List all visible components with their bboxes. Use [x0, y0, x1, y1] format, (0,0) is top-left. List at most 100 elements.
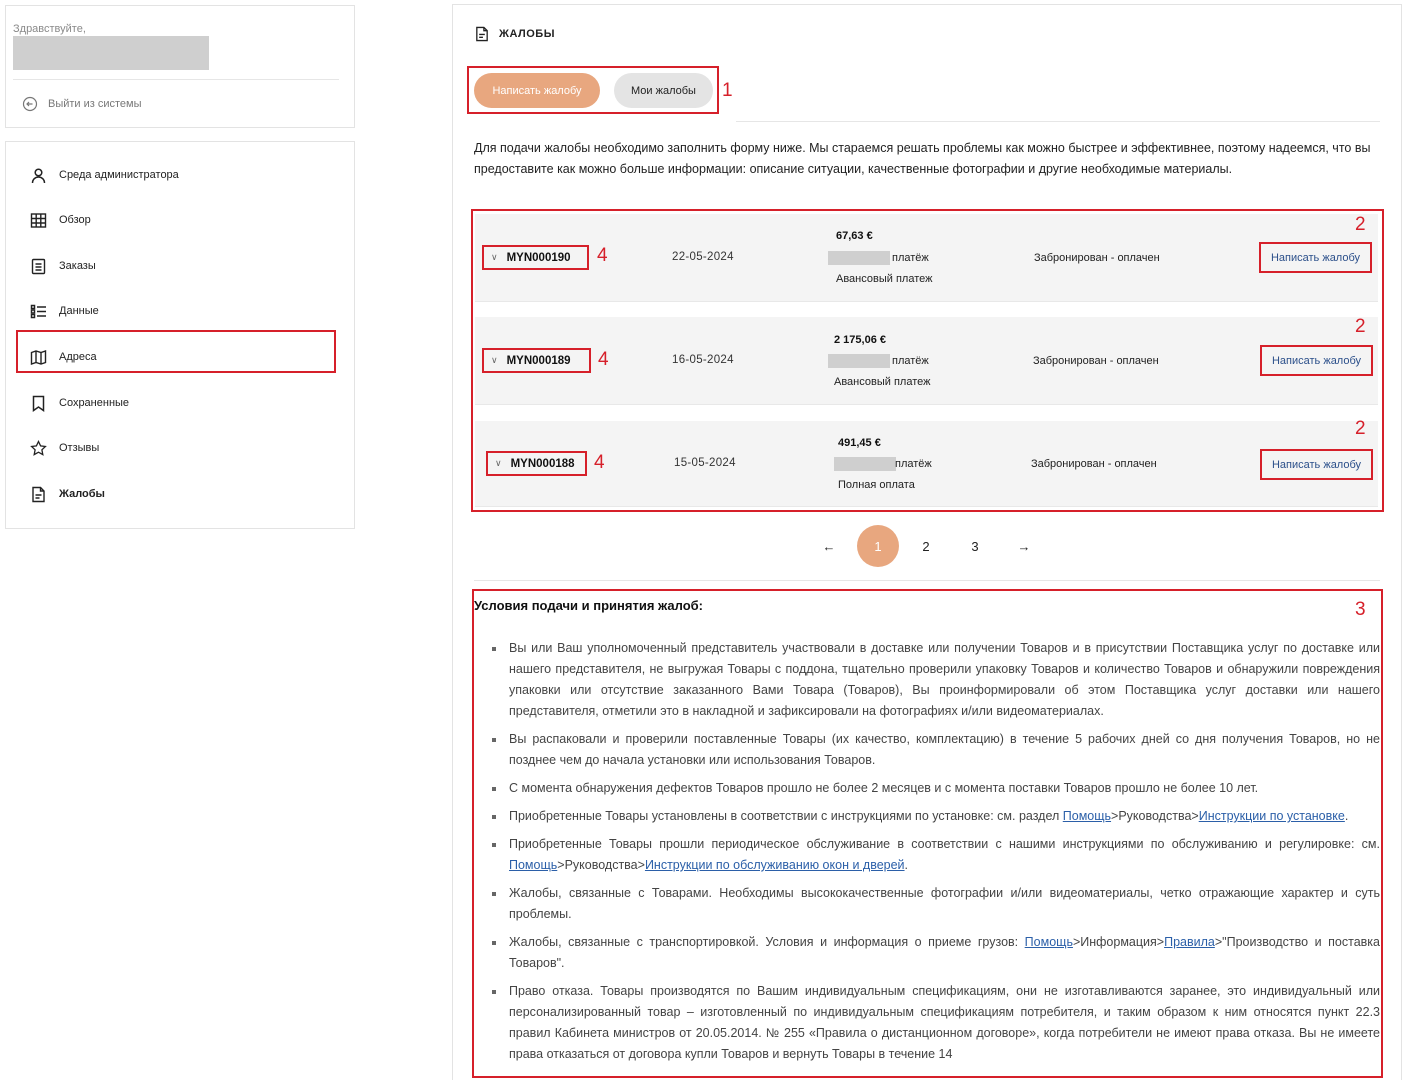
conditions-title: Условия подачи и принятия жалоб:: [474, 598, 704, 613]
order-status: Забронирован - оплачен: [1031, 458, 1157, 470]
order-amount: 2 175,06 €: [834, 334, 886, 346]
condition-item: Вы распаковали и проверили поставленные …: [490, 729, 1380, 771]
page-number[interactable]: 3: [966, 525, 984, 567]
condition-text: >Руководства>: [1111, 809, 1199, 823]
rules-link[interactable]: Правила: [1164, 935, 1215, 949]
maintenance-instructions-link[interactable]: Инструкции по обслуживанию окон и дверей: [645, 858, 905, 872]
user-name-redacted: [13, 36, 209, 70]
chevron-down-icon: ∨: [495, 458, 502, 468]
payment-type: Авансовый платеж: [836, 273, 933, 285]
chevron-down-icon: ∨: [491, 252, 498, 262]
bookmark-icon: [32, 395, 45, 412]
page-title: ЖАЛОБЫ: [474, 26, 555, 42]
order-id: MYN000190: [506, 251, 571, 264]
help-link[interactable]: Помощь: [1025, 935, 1073, 949]
order-amount: 67,63 €: [836, 230, 873, 242]
tab-write-complaint[interactable]: Написать жалобу: [474, 73, 600, 108]
help-link[interactable]: Помощь: [1063, 809, 1111, 823]
divider: [474, 580, 1380, 581]
logout-icon: [22, 96, 38, 112]
payment-method-redacted: [828, 251, 890, 265]
user-icon: [31, 167, 46, 183]
star-icon: [30, 439, 47, 456]
installation-instructions-link[interactable]: Инструкции по установке: [1199, 809, 1345, 823]
tab-my-complaints[interactable]: Мои жалобы: [614, 73, 713, 108]
order-id: MYN000188: [510, 457, 575, 470]
sidebar-item-label: Среда администратора: [59, 169, 179, 181]
grid-icon: [30, 212, 47, 228]
annotation-marker: 4: [597, 245, 608, 266]
sidebar-item-complaints[interactable]: Жалобы: [30, 482, 105, 506]
complaint-icon: [476, 26, 488, 42]
write-complaint-button[interactable]: Написать жалобу: [1260, 345, 1373, 376]
condition-item: Право отказа. Товары производятся по Ваш…: [490, 981, 1380, 1065]
greeting-card: Здравствуйте, Выйти из системы: [5, 5, 355, 128]
condition-text: >Руководства>: [557, 858, 645, 872]
sidebar-item-label: Жалобы: [59, 488, 105, 500]
sidebar-item-overview[interactable]: Обзор: [30, 208, 91, 232]
logout-label: Выйти из системы: [48, 98, 142, 110]
annotation-marker: 1: [722, 80, 733, 101]
condition-item: Приобретенные Товары прошли периодическо…: [490, 834, 1380, 876]
page-number-current[interactable]: 1: [857, 525, 899, 567]
condition-item: Приобретенные Товары установлены в соотв…: [490, 806, 1380, 827]
annotation-marker: 2: [1355, 418, 1366, 439]
order-id-toggle[interactable]: ∨ MYN000189: [482, 348, 591, 373]
order-date: 15-05-2024: [674, 457, 736, 469]
order-status: Забронирован - оплачен: [1034, 252, 1160, 264]
payment-label: платёж: [892, 252, 929, 264]
annotation-marker: 2: [1355, 316, 1366, 337]
chevron-down-icon: ∨: [491, 355, 498, 365]
condition-item: Жалобы, связанные с транспортировкой. Ус…: [490, 932, 1380, 974]
order-date: 22-05-2024: [672, 251, 734, 263]
sidebar-item-orders[interactable]: Заказы: [30, 254, 96, 278]
order-date: 16-05-2024: [672, 354, 734, 366]
condition-text: .: [904, 858, 909, 872]
annotation-marker: 2: [1355, 214, 1366, 235]
conditions-list: Вы или Ваш уполномоченный представитель …: [490, 638, 1380, 1072]
divider: [13, 79, 339, 80]
payment-type: Авансовый платеж: [834, 376, 931, 388]
sidebar-item-saved[interactable]: Сохраненные: [30, 391, 129, 415]
order-status: Забронирован - оплачен: [1033, 355, 1159, 367]
annotation-marker: 3: [1355, 599, 1366, 620]
document-icon: [31, 258, 46, 274]
sidebar-item-data[interactable]: Данные: [30, 299, 99, 323]
sidebar-item-label: Данные: [59, 305, 99, 317]
payment-label: платёж: [895, 458, 932, 470]
condition-text: Приобретенные Товары установлены в соотв…: [509, 809, 1063, 823]
write-complaint-button[interactable]: Написать жалобу: [1259, 242, 1372, 273]
sidebar-item-reviews[interactable]: Отзывы: [30, 436, 99, 460]
condition-item: Вы или Ваш уполномоченный представитель …: [490, 638, 1380, 722]
write-complaint-button[interactable]: Написать жалобу: [1260, 449, 1373, 480]
sidebar-item-label: Сохраненные: [59, 397, 130, 409]
sidebar-item-label: Отзывы: [59, 442, 100, 454]
condition-item: С момента обнаружения дефектов Товаров п…: [490, 778, 1380, 799]
sidebar-item-label: Заказы: [59, 260, 96, 272]
condition-text: Жалобы, связанные с транспортировкой. Ус…: [509, 935, 1025, 949]
divider: [736, 121, 1380, 122]
sidebar-item-label: Обзор: [59, 214, 91, 226]
intro-text: Для подачи жалобы необходимо заполнить ф…: [474, 141, 1371, 176]
greeting-text: Здравствуйте,: [13, 23, 86, 35]
page-number[interactable]: 2: [917, 525, 935, 567]
payment-label: платёж: [892, 355, 929, 367]
annotation-marker: 4: [598, 349, 609, 370]
sidebar-active-highlight: [16, 330, 336, 373]
condition-text: .: [1344, 809, 1349, 823]
payment-type: Полная оплата: [838, 479, 915, 491]
condition-item: Жалобы, связанные с Товарами. Необходимы…: [490, 883, 1380, 925]
prev-page-arrow[interactable]: ←: [818, 525, 840, 567]
condition-text: >Информация>: [1072, 935, 1165, 949]
complaint-icon: [32, 486, 45, 502]
payment-method-redacted: [834, 457, 896, 471]
list-icon: [30, 304, 46, 318]
help-link[interactable]: Помощь: [509, 858, 557, 872]
next-page-arrow[interactable]: →: [1013, 525, 1035, 567]
sidebar-item-admin[interactable]: Среда администратора: [30, 163, 179, 187]
logout-link[interactable]: Выйти из системы: [22, 96, 142, 112]
order-id-toggle[interactable]: ∨ MYN000188: [486, 451, 587, 476]
page-title-text: ЖАЛОБЫ: [499, 28, 555, 40]
order-id-toggle[interactable]: ∨ MYN000190: [482, 245, 589, 270]
order-id: MYN000189: [506, 354, 571, 367]
